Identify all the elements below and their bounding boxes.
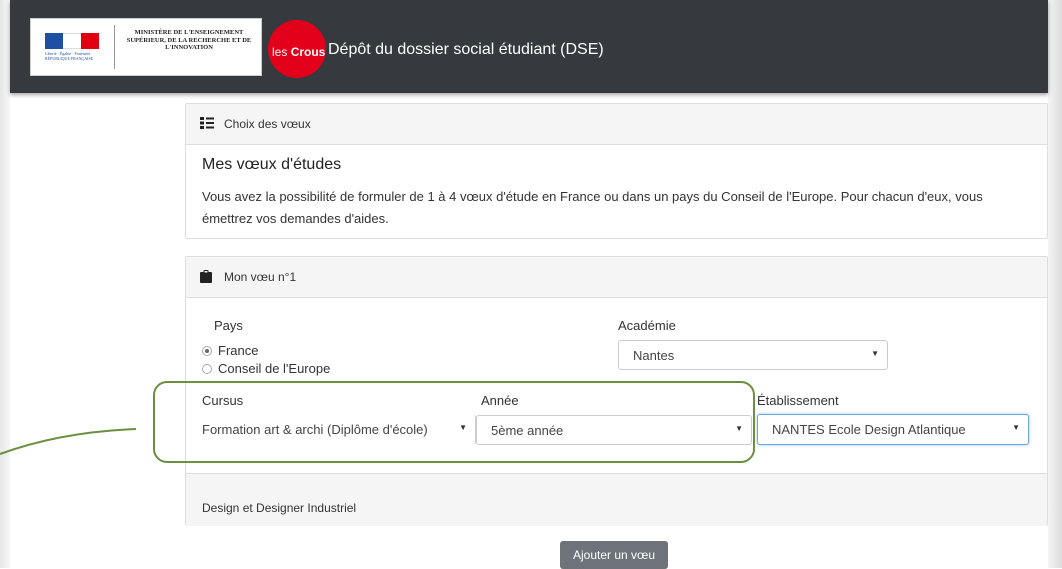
formation-strip: Design et Designer Industriel xyxy=(186,473,1047,526)
panel-title: Choix des vœux xyxy=(224,117,311,131)
annotation-arrow xyxy=(0,428,137,455)
app-title: Dépôt du dossier social étudiant (DSE) xyxy=(328,41,604,58)
academie-select[interactable]: Nantes ▼ xyxy=(618,340,888,370)
chevron-down-icon: ▼ xyxy=(1012,423,1020,432)
crous-logo-text: les Crous xyxy=(272,45,326,59)
highlight-annotation xyxy=(153,381,755,463)
panel-title: Mon vœu n°1 xyxy=(224,270,297,284)
marianne-logo: Liberté · Égalité · Fraternité RÉPUBLIQU… xyxy=(45,33,99,61)
etablissement-label: Établissement xyxy=(757,393,839,408)
voeu-header: Mon vœu n°1 xyxy=(186,257,1047,298)
chevron-down-icon: ▼ xyxy=(871,349,879,358)
app-header: Liberté · Égalité · Fraternité RÉPUBLIQU… xyxy=(10,0,1048,93)
academie-label: Académie xyxy=(618,318,676,333)
pays-label: Pays xyxy=(214,318,243,333)
ministry-name: MINISTÈRE DE L'ENSEIGNEMENT SUPÉRIEUR, D… xyxy=(126,29,252,51)
window-edge-right xyxy=(1048,0,1062,568)
radio-france[interactable]: France xyxy=(202,343,258,358)
list-icon xyxy=(200,117,214,132)
section-description: Vous avez la possibilité de formuler de … xyxy=(202,189,983,226)
clipboard-icon xyxy=(200,270,212,286)
choix-voeux-header: Choix des vœux xyxy=(186,104,1047,145)
etablissement-select[interactable]: NANTES Ecole Design Atlantique ▼ xyxy=(757,414,1029,445)
republic-devise: Liberté · Égalité · Fraternité RÉPUBLIQU… xyxy=(45,51,94,61)
formation-name: Design et Designer Industriel xyxy=(202,501,357,515)
ministry-logo[interactable]: Liberté · Égalité · Fraternité RÉPUBLIQU… xyxy=(30,18,262,76)
section-heading: Mes vœux d'études xyxy=(202,156,342,173)
add-voeu-button[interactable]: Ajouter un vœu xyxy=(560,541,668,569)
logo-divider xyxy=(114,25,115,69)
radio-conseil-europe[interactable]: Conseil de l'Europe xyxy=(202,361,330,376)
radio-button[interactable] xyxy=(202,345,212,356)
choix-voeux-panel: Choix des vœux Mes vœux d'études Vous av… xyxy=(185,103,1048,239)
radio-button[interactable] xyxy=(202,363,212,374)
window-edge-left xyxy=(0,0,10,568)
